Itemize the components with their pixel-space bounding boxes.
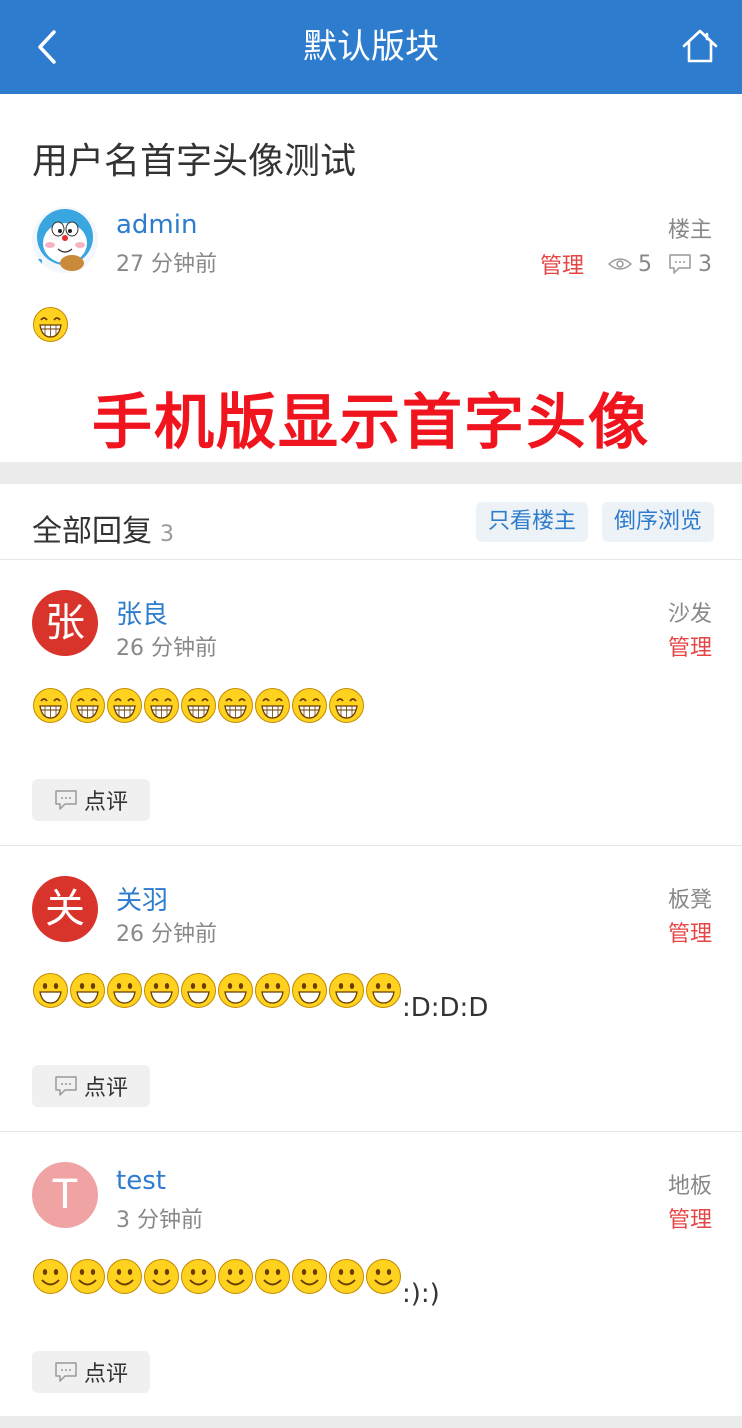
comment-button[interactable]: 点评 xyxy=(32,1065,150,1107)
floor-label: 地板 xyxy=(667,1174,712,1199)
reverse-order-button[interactable]: 倒序浏览 xyxy=(602,502,715,542)
comment-button[interactable]: 点评 xyxy=(32,1351,150,1393)
smile-emoji-icon xyxy=(144,1259,179,1294)
eye-icon xyxy=(608,258,632,270)
comment-label: 点评 xyxy=(83,1362,128,1387)
smile-emoji-icon xyxy=(181,1259,216,1294)
grin-emoji-icon xyxy=(107,688,142,723)
view-count: 5 xyxy=(638,251,652,277)
avatar[interactable] xyxy=(32,207,98,273)
smile-emoji-icon xyxy=(366,1259,401,1294)
avatar[interactable]: 张 xyxy=(32,590,98,656)
comment-icon xyxy=(55,790,77,810)
reply-item: 张 张良 26 分钟前 沙发 管理 点评 xyxy=(0,560,742,846)
post-time: 26 分钟前 xyxy=(116,922,217,947)
grin-emoji-icon xyxy=(329,688,364,723)
replies-title: 全部回复 3 xyxy=(32,506,174,550)
reply-content: :D:D:D xyxy=(32,972,488,1021)
thread-post: 用户名首字头像测试 admin 27 分钟前 楼主 管理 5 3 手机版显示首字… xyxy=(0,94,742,462)
replies-section: 全部回复 3 只看楼主 倒序浏览 张 张良 26 分钟前 沙发 管理 点评 关 关… xyxy=(0,484,742,1416)
page-title: 默认版块 xyxy=(303,27,439,67)
replies-label: 全部回复 xyxy=(32,514,152,549)
only-op-button[interactable]: 只看楼主 xyxy=(476,502,589,542)
replies-count: 3 xyxy=(160,522,174,547)
bigsmile-emoji-icon xyxy=(366,973,401,1008)
bigsmile-emoji-icon xyxy=(181,973,216,1008)
home-icon[interactable] xyxy=(680,26,720,66)
avatar[interactable]: 关 xyxy=(32,876,98,942)
comment-icon xyxy=(669,254,691,274)
floor-label: 板凳 xyxy=(667,888,712,913)
bigsmile-emoji-icon xyxy=(144,973,179,1008)
smile-emoji-icon xyxy=(107,1259,142,1294)
thread-subject: 用户名首字头像测试 xyxy=(32,141,357,182)
thread-stats: 管理 5 3 xyxy=(540,248,712,280)
promo-banner-text: 手机版显示首字头像 xyxy=(92,388,650,458)
author-name[interactable]: 关羽 xyxy=(116,880,168,917)
smile-emoji-icon xyxy=(33,1259,68,1294)
floor-label: 沙发 xyxy=(667,602,712,627)
grin-emoji-icon xyxy=(218,688,253,723)
post-time: 3 分钟前 xyxy=(116,1208,203,1233)
manage-link[interactable]: 管理 xyxy=(668,916,712,948)
comment-icon xyxy=(55,1076,77,1096)
smile-emoji-icon xyxy=(292,1259,327,1294)
reply-item: 关 关羽 26 分钟前 板凳 管理 :D:D:D 点评 xyxy=(0,846,742,1132)
smile-emoji-icon xyxy=(255,1259,290,1294)
reply-item: T test 3 分钟前 地板 管理 :):) 点评 xyxy=(0,1132,742,1416)
comment-icon xyxy=(55,1362,77,1382)
floor-label: 楼主 xyxy=(667,218,712,243)
bigsmile-emoji-icon xyxy=(255,973,290,1008)
manage-link[interactable]: 管理 xyxy=(668,1202,712,1234)
bigsmile-emoji-icon xyxy=(70,973,105,1008)
author-name[interactable]: admin xyxy=(116,210,197,240)
comment-label: 点评 xyxy=(83,1076,128,1101)
reply-text: :):) xyxy=(402,1279,440,1309)
manage-link[interactable]: 管理 xyxy=(540,248,584,280)
manage-link[interactable]: 管理 xyxy=(668,630,712,662)
comment-label: 点评 xyxy=(83,790,128,815)
bigsmile-emoji-icon xyxy=(218,973,253,1008)
grin-emoji-icon xyxy=(70,688,105,723)
comment-button[interactable]: 点评 xyxy=(32,779,150,821)
grin-emoji-icon xyxy=(181,688,216,723)
reply-content xyxy=(32,687,365,724)
post-time: 27 分钟前 xyxy=(116,252,217,277)
avatar[interactable]: T xyxy=(32,1162,98,1228)
author-name[interactable]: 张良 xyxy=(116,594,168,631)
smile-emoji-icon xyxy=(70,1259,105,1294)
reply-content: :):) xyxy=(32,1258,440,1307)
grin-emoji-icon xyxy=(33,688,68,723)
reply-text: :D:D:D xyxy=(402,993,489,1023)
bigsmile-emoji-icon xyxy=(292,973,327,1008)
smile-emoji-icon xyxy=(329,1259,364,1294)
grin-emoji-icon xyxy=(292,688,327,723)
grin-emoji-icon xyxy=(255,688,290,723)
reply-count: 3 xyxy=(698,251,712,277)
doraemon-avatar-icon xyxy=(32,207,98,273)
replies-header: 全部回复 3 只看楼主 倒序浏览 xyxy=(0,484,742,560)
smile-emoji-icon xyxy=(218,1259,253,1294)
post-time: 26 分钟前 xyxy=(116,636,217,661)
grin-emoji-icon xyxy=(144,688,179,723)
bigsmile-emoji-icon xyxy=(33,973,68,1008)
bigsmile-emoji-icon xyxy=(107,973,142,1008)
author-name[interactable]: test xyxy=(116,1166,166,1196)
grin-emoji-icon xyxy=(33,307,68,342)
top-bar: 默认版块 xyxy=(0,0,742,94)
bigsmile-emoji-icon xyxy=(329,973,364,1008)
